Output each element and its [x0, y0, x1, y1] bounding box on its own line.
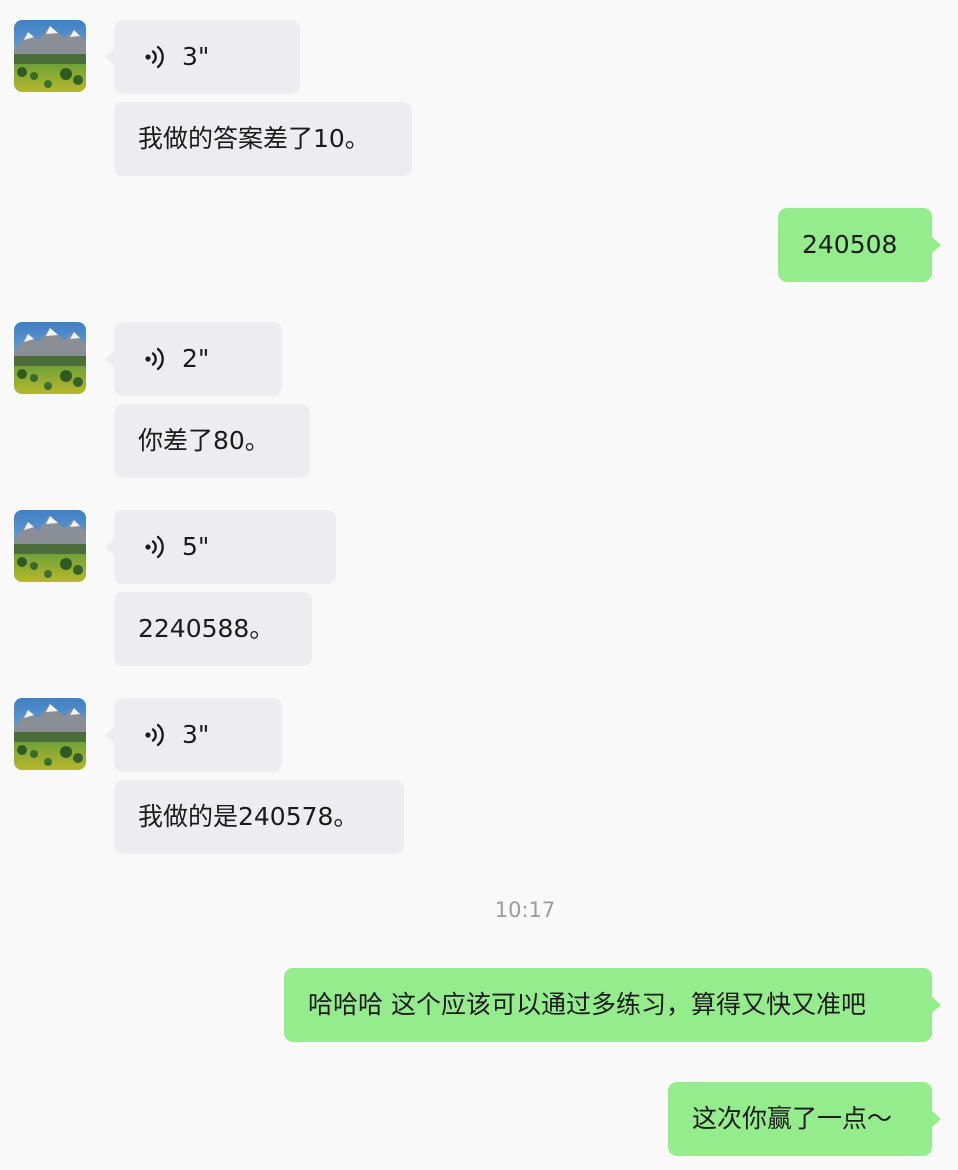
contact-avatar[interactable] [14, 510, 86, 582]
text-message-incoming[interactable]: 2240588。 [114, 592, 312, 666]
text-message-outgoing[interactable]: 240508 [778, 208, 941, 282]
voice-duration: 3" [182, 720, 210, 749]
voice-duration: 3" [182, 42, 210, 71]
message-text: 我做的答案差了10。 [138, 124, 370, 153]
voice-duration: 5" [182, 532, 210, 561]
voice-wave-icon [144, 346, 170, 372]
text-message-incoming[interactable]: 我做的是240578。 [114, 780, 404, 854]
voice-duration: 2" [182, 344, 210, 373]
text-message-outgoing[interactable]: 哈哈哈 这个应该可以通过多练习，算得又快又准吧 [284, 968, 941, 1042]
voice-message[interactable]: 3" [105, 698, 282, 772]
chat-timestamp: 10:17 [494, 898, 556, 922]
voice-wave-icon [144, 722, 170, 748]
message-text: 你差了80。 [138, 426, 270, 455]
mountain-landscape-avatar-icon [14, 698, 86, 770]
voice-wave-icon [144, 44, 170, 70]
voice-wave-icon [144, 534, 170, 560]
text-message-incoming[interactable]: 我做的答案差了10。 [114, 102, 412, 176]
contact-avatar[interactable] [14, 322, 86, 394]
voice-message[interactable]: 5" [105, 510, 336, 584]
contact-avatar[interactable] [14, 698, 86, 770]
mountain-landscape-avatar-icon [14, 20, 86, 92]
text-message-outgoing[interactable]: 这次你赢了一点～ [668, 1082, 941, 1156]
message-text: 240508 [802, 230, 898, 259]
message-text: 我做的是240578。 [138, 802, 359, 831]
voice-message[interactable]: 2" [105, 322, 282, 396]
voice-message[interactable]: 3" [105, 20, 300, 94]
text-message-incoming[interactable]: 你差了80。 [114, 404, 310, 478]
contact-avatar[interactable] [14, 20, 86, 92]
mountain-landscape-avatar-icon [14, 510, 86, 582]
message-text: 哈哈哈 这个应该可以通过多练习，算得又快又准吧 [308, 990, 866, 1019]
mountain-landscape-avatar-icon [14, 322, 86, 394]
message-text: 2240588。 [138, 614, 275, 643]
message-text: 这次你赢了一点～ [692, 1104, 893, 1133]
